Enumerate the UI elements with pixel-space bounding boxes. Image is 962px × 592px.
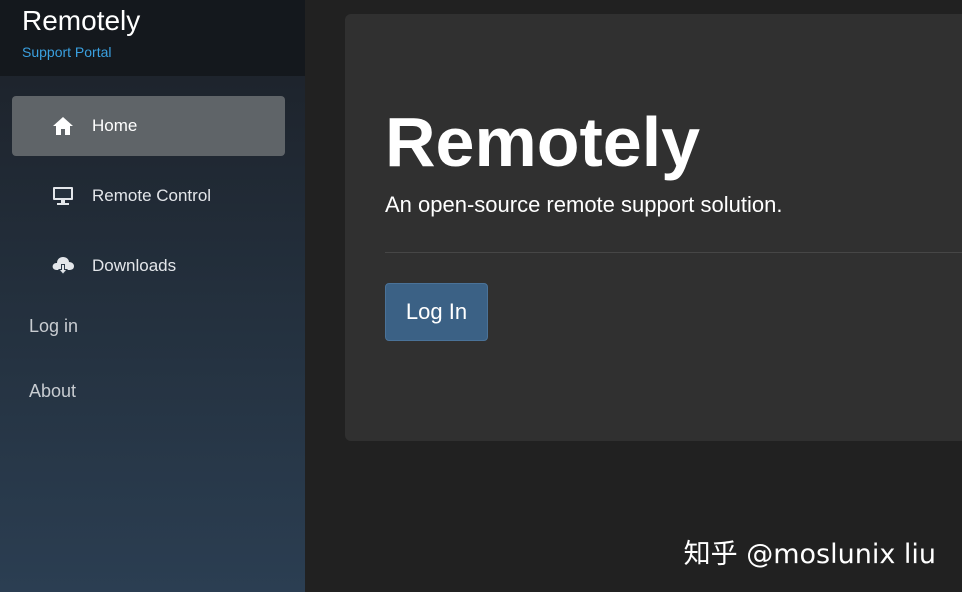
sidebar-item-downloads[interactable]: Downloads xyxy=(12,236,285,296)
brand-title[interactable]: Remotely xyxy=(22,6,305,36)
sidebar-login-link[interactable]: Log in xyxy=(0,316,78,337)
hero-divider xyxy=(385,252,962,253)
brand-subtitle: Support Portal xyxy=(22,44,112,60)
home-icon xyxy=(50,114,76,138)
sidebar-item-home[interactable]: Home xyxy=(12,96,285,156)
main-content: Remotely An open-source remote support s… xyxy=(305,0,962,592)
sidebar-item-label: Remote Control xyxy=(92,186,212,205)
cloud-download-icon xyxy=(50,254,76,278)
hero-subtitle: An open-source remote support solution. xyxy=(385,192,783,217)
sidebar-about-link[interactable]: About xyxy=(0,381,76,402)
sidebar-nav: Home Remote Control Downloads xyxy=(0,76,305,296)
sidebar-item-label: Downloads xyxy=(92,256,177,275)
brand-header: Remotely Support Portal xyxy=(0,0,305,76)
sidebar: Remotely Support Portal Home Remote Cont… xyxy=(0,0,305,592)
app-root: Remotely Support Portal Home Remote Cont… xyxy=(0,0,962,592)
sidebar-item-remote-control[interactable]: Remote Control xyxy=(12,166,285,226)
monitor-icon xyxy=(50,184,76,208)
hero-title: Remotely xyxy=(385,103,701,181)
sidebar-item-label: Home xyxy=(92,116,138,135)
login-button[interactable]: Log In xyxy=(385,283,488,341)
watermark-text: 知乎 @moslunix liu xyxy=(683,539,936,570)
hero-panel: Remotely An open-source remote support s… xyxy=(345,14,962,441)
